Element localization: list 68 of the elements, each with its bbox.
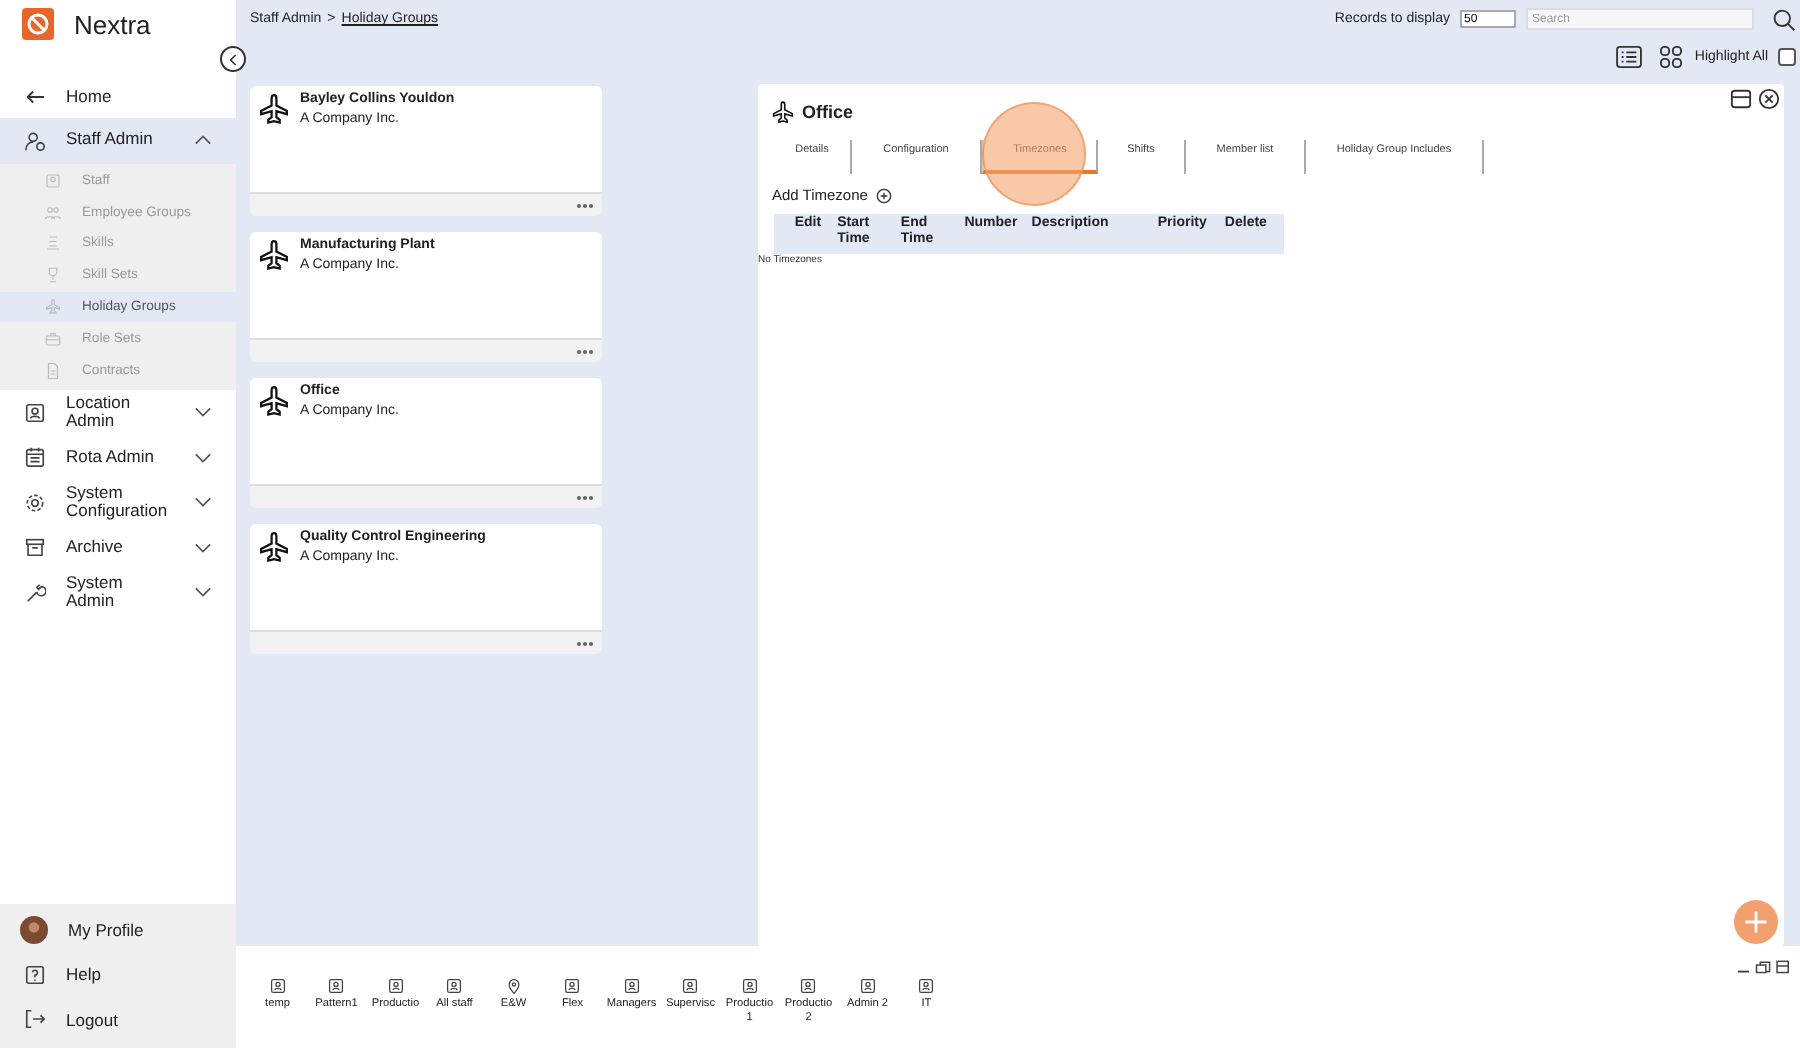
footer-link[interactable]: My Profile [0,907,236,952]
chevron-icon [194,134,212,147]
more-icon[interactable] [576,493,594,501]
person-icon [682,978,699,994]
wrench-icon [24,581,46,604]
nav-section[interactable]: Archive [0,525,236,571]
person-icon [741,978,758,994]
nav-section[interactable]: Staff Admin [0,118,236,163]
person-icon [800,978,817,994]
more-icon[interactable] [576,639,594,647]
chevron-icon [194,406,212,419]
nav-section[interactable]: Rota Admin [0,435,236,481]
people-icon [44,203,62,222]
logout-icon [24,1008,46,1031]
plane-icon [256,530,292,566]
chevron-icon [194,586,212,599]
grid-view-icon[interactable] [1658,46,1685,68]
pin-icon [505,978,522,994]
gear-icon [24,491,46,514]
chevron-icon [194,496,212,509]
person-icon [387,978,404,994]
home-link[interactable]: Home [0,74,236,118]
app-name: Nextra [74,9,151,39]
window-controls-icon[interactable] [1736,958,1792,974]
person-icon [564,978,581,994]
plane-icon [256,238,292,274]
list-icon [44,234,62,253]
back-arrow-icon [24,85,46,107]
highlight-checkbox[interactable] [1778,48,1796,66]
more-icon[interactable] [576,201,594,209]
chevron-icon [194,541,212,554]
footer-link[interactable]: Logout [0,997,236,1042]
add-icon[interactable] [875,187,892,203]
person-icon [859,978,876,994]
nav-section[interactable]: Location Admin [0,390,236,436]
briefcase-icon [44,329,62,348]
person-icon [269,978,286,994]
list-view-icon[interactable] [1616,46,1643,68]
chevron-icon [194,451,212,464]
archive-icon [24,536,46,559]
person-icon [918,978,935,994]
person-icon [328,978,345,994]
document-icon [44,361,62,380]
help-icon [24,963,46,986]
collapse-button[interactable] [220,46,246,72]
close-icon[interactable] [1758,88,1780,110]
person-icon [24,401,46,424]
plane-icon [770,99,796,125]
more-icon[interactable] [576,347,594,355]
person-icon [623,978,640,994]
touch-indicator [982,102,1086,206]
nav-section[interactable]: System Configuration [0,480,236,526]
plane-icon [44,298,62,317]
footer-link[interactable]: Help [0,952,236,997]
plane-icon [256,92,292,128]
calendar-icon [24,446,46,469]
logo-icon [22,8,54,40]
window-icon[interactable] [1730,88,1752,110]
search-icon[interactable] [1772,7,1796,31]
plus-icon [1742,908,1770,936]
panel-title: Office [802,102,854,122]
avatar [20,915,48,944]
person-icon [44,171,62,190]
nav-section[interactable]: System Admin [0,570,236,616]
staff-icon [24,129,46,152]
trophy-icon [44,266,62,285]
plane-icon [256,384,292,420]
person-icon [446,978,463,994]
